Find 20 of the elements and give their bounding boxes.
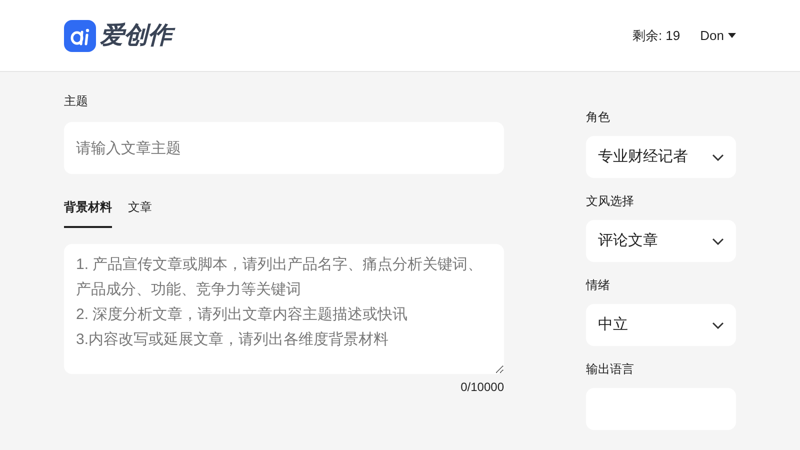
chevron-down-icon xyxy=(712,322,724,328)
option-label: 情绪 xyxy=(586,277,611,294)
logo-icon xyxy=(64,20,96,52)
chevron-down-icon xyxy=(712,154,724,160)
option-select[interactable]: 中立 xyxy=(586,304,736,346)
material-field[interactable]: 1. 产品宣传文章或脚本，请列出产品名字、痛点分析关键词、产品成分、功能、竞争力等关键词 2. 深度分析文章，请列出文章内容主题描述或快讯 3.内容改写或延展文章，请列出各维度背景材料 xyxy=(64,244,504,374)
option-label: 角色 xyxy=(586,109,611,126)
option-select[interactable]: 评论文章 xyxy=(586,220,736,262)
chevron-down-icon xyxy=(712,238,724,244)
tab[interactable]: 文章 xyxy=(128,198,152,228)
topic-field[interactable]: 请输入文章主题 xyxy=(64,122,504,174)
character-counter: 0/10000 xyxy=(460,379,504,396)
option-select[interactable]: 专业财经记者 xyxy=(586,136,736,178)
tab[interactable]: 背景材料 xyxy=(64,198,112,228)
topic-label: 主题 xyxy=(64,93,89,110)
credits-remaining: 剩余: 19 xyxy=(632,26,680,45)
user-menu[interactable]: Don xyxy=(700,26,736,46)
option-label: 输出语言 xyxy=(586,361,635,378)
option-label: 文风选择 xyxy=(586,193,635,210)
caret-icon xyxy=(728,33,736,38)
